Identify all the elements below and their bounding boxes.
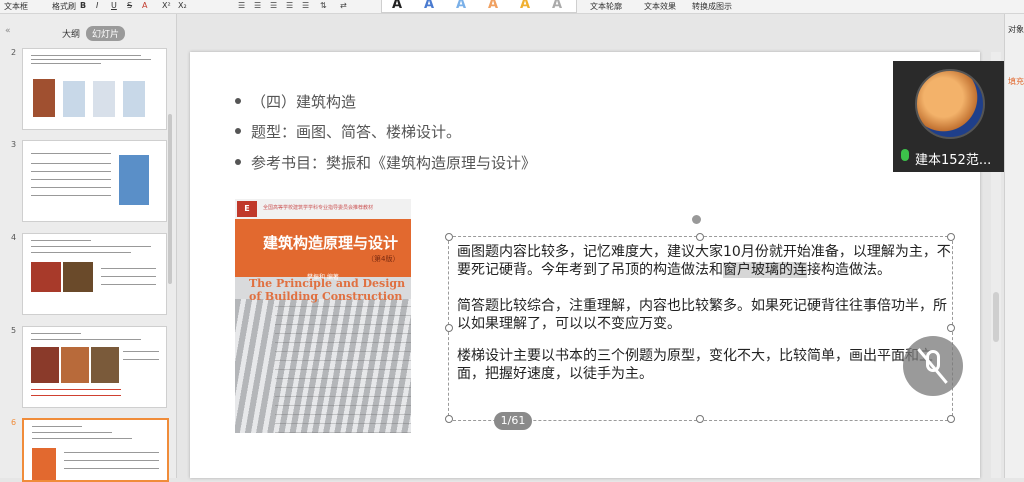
style-orange[interactable]: A — [488, 0, 498, 12]
thumbnail-number: 6 — [11, 418, 17, 427]
bullet-text: 题型：画图、简答、楼梯设计。 — [251, 123, 462, 141]
bold-button[interactable]: B — [80, 1, 86, 10]
thumbnail-scrollbar[interactable] — [168, 114, 172, 284]
video-tile[interactable]: 建本152范... — [893, 61, 1004, 172]
thumbnail-number: 2 — [11, 48, 17, 57]
page-indicator: 1/61 — [494, 412, 532, 430]
resize-handle[interactable] — [696, 415, 704, 423]
bullet-text: 参考书目：樊振和《建筑构造原理与设计》 — [251, 154, 537, 172]
text-style-gallery[interactable]: A A A A A A — [381, 0, 577, 13]
paragraph-stair-design[interactable]: 楼梯设计主要以书本的三个例题为原型，变化不大，比较简单，画出平面和立面，把握好速… — [457, 347, 957, 383]
font-color-button[interactable]: A — [142, 1, 147, 10]
style-yellow[interactable]: A — [520, 0, 530, 12]
paragraph-drawing[interactable]: 画图题内容比较多，记忆难度大，建议大家10月份就开始准备，以理解为主，不要死记硬… — [457, 243, 957, 279]
distributed-icon[interactable]: ☰ — [302, 1, 309, 10]
bullet-text: （四）建筑构造 — [251, 93, 357, 111]
slide-thumbnail[interactable] — [22, 233, 167, 315]
paragraph-short-answer[interactable]: 简答题比较综合，注重理解，内容也比较繁多。如果死记硬背往往事倍功半，所以如果理解… — [457, 297, 957, 333]
resize-handle[interactable] — [947, 415, 955, 423]
properties-title: 对象属性 — [1008, 25, 1024, 34]
resize-handle[interactable] — [445, 233, 453, 241]
tab-outline[interactable]: 大纲 — [56, 26, 86, 41]
slide-thumbnail[interactable] — [22, 326, 167, 408]
participant-name: 建本152范... — [915, 153, 992, 168]
rotate-handle-icon[interactable] — [692, 215, 701, 224]
style-gray[interactable]: A — [552, 0, 562, 12]
line-spacing-icon[interactable]: ⇅ — [320, 1, 327, 10]
resize-handle[interactable] — [696, 233, 704, 241]
resize-handle[interactable] — [445, 324, 453, 332]
align-right-icon[interactable]: ☰ — [270, 1, 277, 10]
justify-icon[interactable]: ☰ — [286, 1, 293, 10]
book-english-title: The Principle and Design of Building Con… — [249, 277, 406, 303]
style-blue[interactable]: A — [424, 0, 434, 12]
book-cover-image[interactable]: 全国高等学校建筑学学科专业指导委员会推荐教材 E 建筑构造原理与设计 （第4版）… — [235, 199, 411, 433]
bullet-item: （四）建筑构造 — [235, 91, 356, 112]
underline-button[interactable]: U — [111, 1, 117, 10]
text-box[interactable]: 画图题内容比较多，记忆难度大，建议大家10月份就开始准备，以理解为主，不要死记硬… — [445, 233, 955, 423]
strikethrough-button[interactable]: S — [127, 1, 132, 10]
italic-button[interactable]: I — [96, 1, 98, 10]
book-series: 全国高等学校建筑学学科专业指导委员会推荐教材 — [263, 205, 374, 211]
bullet-item: 参考书目：樊振和《建筑构造原理与设计》 — [235, 152, 536, 173]
tab-slides[interactable]: 幻灯片 — [86, 26, 126, 41]
fill-tab[interactable]: 填充 — [1008, 76, 1024, 87]
thumbnail-number: 5 — [11, 326, 17, 335]
format-painter-button[interactable]: 格式刷 — [52, 1, 76, 12]
align-left-icon[interactable]: ☰ — [238, 1, 245, 10]
book-tag: E — [237, 201, 257, 217]
style-lightblue[interactable]: A — [456, 0, 466, 12]
avatar — [915, 69, 985, 139]
resize-handle[interactable] — [445, 415, 453, 423]
slide-thumbnail-selected[interactable] — [22, 418, 169, 482]
bullet-item: 题型：画图、简答、楼梯设计。 — [235, 121, 461, 142]
book-edition: （第4版） — [367, 255, 400, 263]
text-outline-button[interactable]: 文本轮廓 — [590, 1, 622, 12]
text-effect-button[interactable]: 文本效果 — [644, 1, 676, 12]
mic-active-icon — [901, 149, 909, 161]
align-center-icon[interactable]: ☰ — [254, 1, 261, 10]
style-black[interactable]: A — [392, 0, 402, 12]
slide-thumbnail[interactable] — [22, 48, 167, 130]
slide-thumbnail-panel: « 大纲 幻灯片 2 3 4 5 6 — [0, 14, 177, 482]
panel-tabs: 大纲 幻灯片 — [0, 26, 176, 41]
thumbnail-number: 3 — [11, 140, 17, 149]
ribbon-toolbar: 文本框 格式刷 B I U S A X² X₂ ☰ ☰ ☰ ☰ ☰ ⇅ ⇄ A … — [0, 0, 1024, 14]
subscript-button[interactable]: X₂ — [178, 1, 187, 10]
scroll-thumb[interactable] — [993, 292, 999, 342]
text-direction-icon[interactable]: ⇄ — [340, 1, 347, 10]
object-properties-panel: 对象属性 填充 — [1004, 14, 1024, 478]
slide-canvas: （四）建筑构造 题型：画图、简答、楼梯设计。 参考书目：樊振和《建筑构造原理与设… — [190, 52, 980, 478]
slide-thumbnail[interactable] — [22, 140, 167, 222]
superscript-button[interactable]: X² — [162, 1, 171, 10]
microphone-muted-button[interactable] — [903, 336, 963, 396]
convert-to-smartart-button[interactable]: 转换成图示 — [692, 1, 732, 12]
book-title: 建筑构造原理与设计 — [263, 234, 399, 252]
resize-handle[interactable] — [947, 233, 955, 241]
thumbnail-number: 4 — [11, 233, 17, 242]
selected-text[interactable]: 窗户玻璃的连 — [723, 262, 807, 278]
textbox-button[interactable]: 文本框 — [4, 1, 28, 12]
